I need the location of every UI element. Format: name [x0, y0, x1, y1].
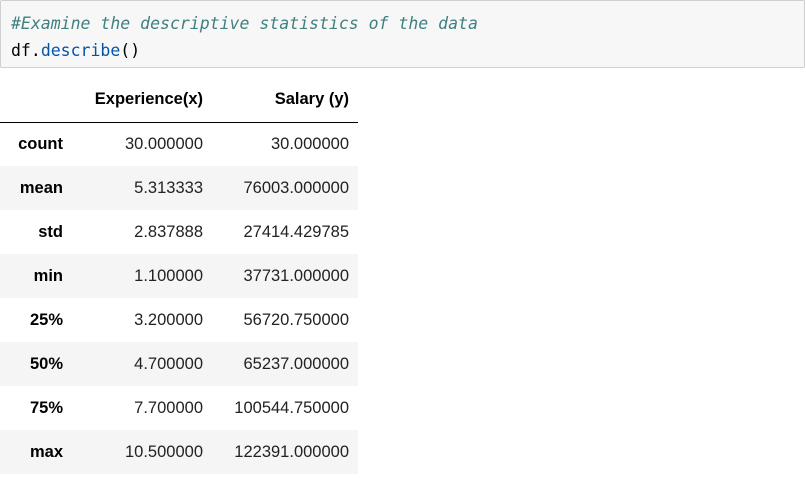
- table-cell: 37731.000000: [243, 266, 349, 285]
- table-cell: 3.200000: [134, 310, 203, 329]
- table-row: 75% 7.700000 100544.750000: [0, 386, 358, 430]
- row-label: std: [38, 222, 63, 241]
- column-header-salary: Salary (y): [212, 78, 358, 123]
- table-cell: 30.000000: [125, 134, 203, 153]
- table-cell: 5.313333: [134, 178, 203, 197]
- describe-table: Experience(x) Salary (y) count 30.000000…: [0, 78, 358, 474]
- table-cell: 56720.750000: [243, 310, 349, 329]
- index-header: [0, 78, 72, 123]
- row-label: count: [18, 134, 63, 153]
- code-parens: (): [120, 41, 141, 60]
- table-cell: 2.837888: [134, 222, 203, 241]
- row-label: 75%: [29, 398, 63, 417]
- table-cell: 7.700000: [134, 398, 203, 417]
- code-object: df.: [11, 41, 41, 60]
- table-row: max 10.500000 122391.000000: [0, 430, 358, 474]
- code-comment: #Examine the descriptive statistics of t…: [11, 14, 478, 33]
- table-cell: 65237.000000: [243, 354, 349, 373]
- code-line-call: df.describe(): [11, 37, 804, 64]
- code-function: describe: [40, 41, 121, 60]
- table-cell: 122391.000000: [234, 442, 349, 461]
- table-cell: 1.100000: [134, 266, 203, 285]
- row-label: min: [33, 266, 63, 285]
- code-line-comment: #Examine the descriptive statistics of t…: [11, 10, 804, 37]
- row-label: mean: [19, 178, 63, 197]
- cell-output: Experience(x) Salary (y) count 30.000000…: [0, 78, 358, 474]
- table-row: std 2.837888 27414.429785: [0, 210, 358, 254]
- table-row: min 1.100000 37731.000000: [0, 254, 358, 298]
- row-label: 25%: [29, 310, 63, 329]
- table-row: mean 5.313333 76003.000000: [0, 166, 358, 210]
- code-cell[interactable]: #Examine the descriptive statistics of t…: [0, 0, 805, 68]
- row-label: max: [29, 442, 63, 461]
- table-row: count 30.000000 30.000000: [0, 122, 358, 166]
- table-cell: 27414.429785: [243, 222, 349, 241]
- table-header-row: Experience(x) Salary (y): [0, 78, 358, 123]
- column-header-experience: Experience(x): [72, 78, 212, 123]
- table-cell: 76003.000000: [243, 178, 349, 197]
- table-row: 50% 4.700000 65237.000000: [0, 342, 358, 386]
- table-cell: 100544.750000: [234, 398, 349, 417]
- row-label: 50%: [29, 354, 63, 373]
- table-cell: 10.500000: [125, 442, 203, 461]
- table-row: 25% 3.200000 56720.750000: [0, 298, 358, 342]
- table-cell: 30.000000: [271, 134, 349, 153]
- table-cell: 4.700000: [134, 354, 203, 373]
